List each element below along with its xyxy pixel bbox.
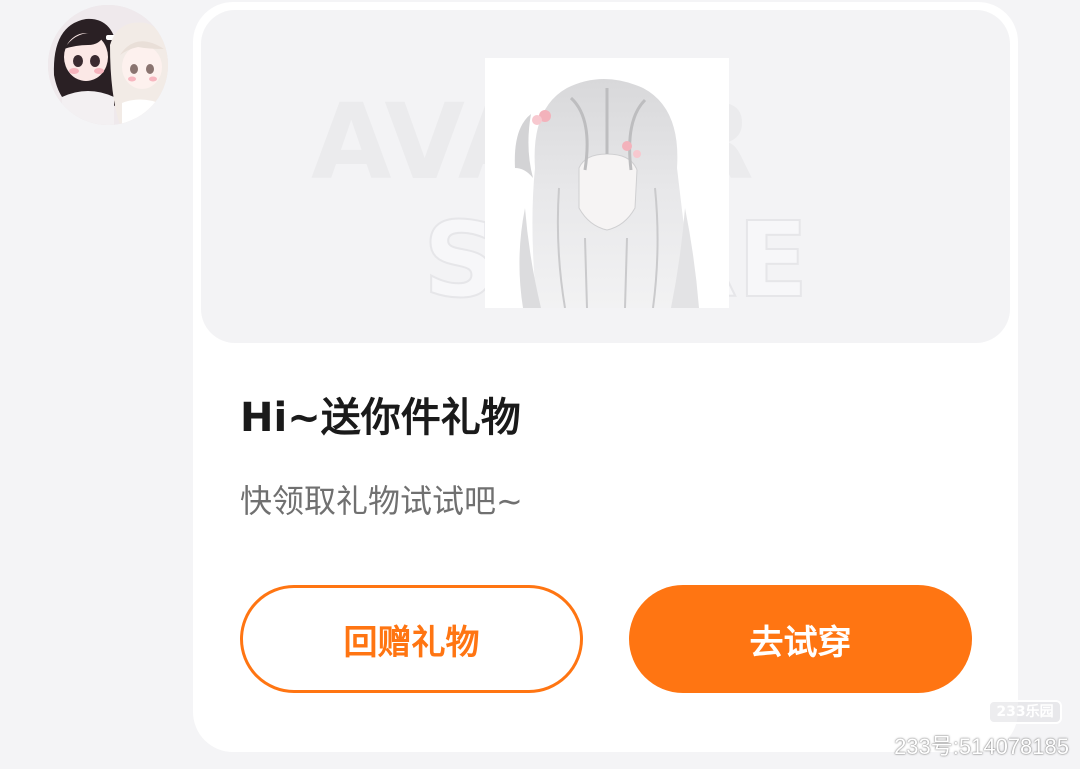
try-on-label: 去试穿 [749,622,852,663]
try-on-button[interactable]: 去试穿 [629,585,972,693]
gift-title: Hi~送你件礼物 [240,395,521,441]
watermark-id: 233号:514078185 [894,734,1069,759]
avatar[interactable] [48,5,168,125]
hair-icon [485,58,729,308]
gift-subtitle: 快领取礼物试试吧~ [240,482,523,520]
watermark-logo: 233乐园 [988,700,1062,724]
gift-card[interactable]: AVATAR STORE [193,2,1018,752]
gift-item-image [485,58,729,308]
return-gift-button[interactable]: 回赠礼物 [240,585,583,693]
gift-message-screen: AVATAR STORE [0,0,1080,769]
avatar-image [48,5,168,125]
return-gift-label: 回赠礼物 [343,622,480,663]
gift-banner: AVATAR STORE [201,10,1010,343]
